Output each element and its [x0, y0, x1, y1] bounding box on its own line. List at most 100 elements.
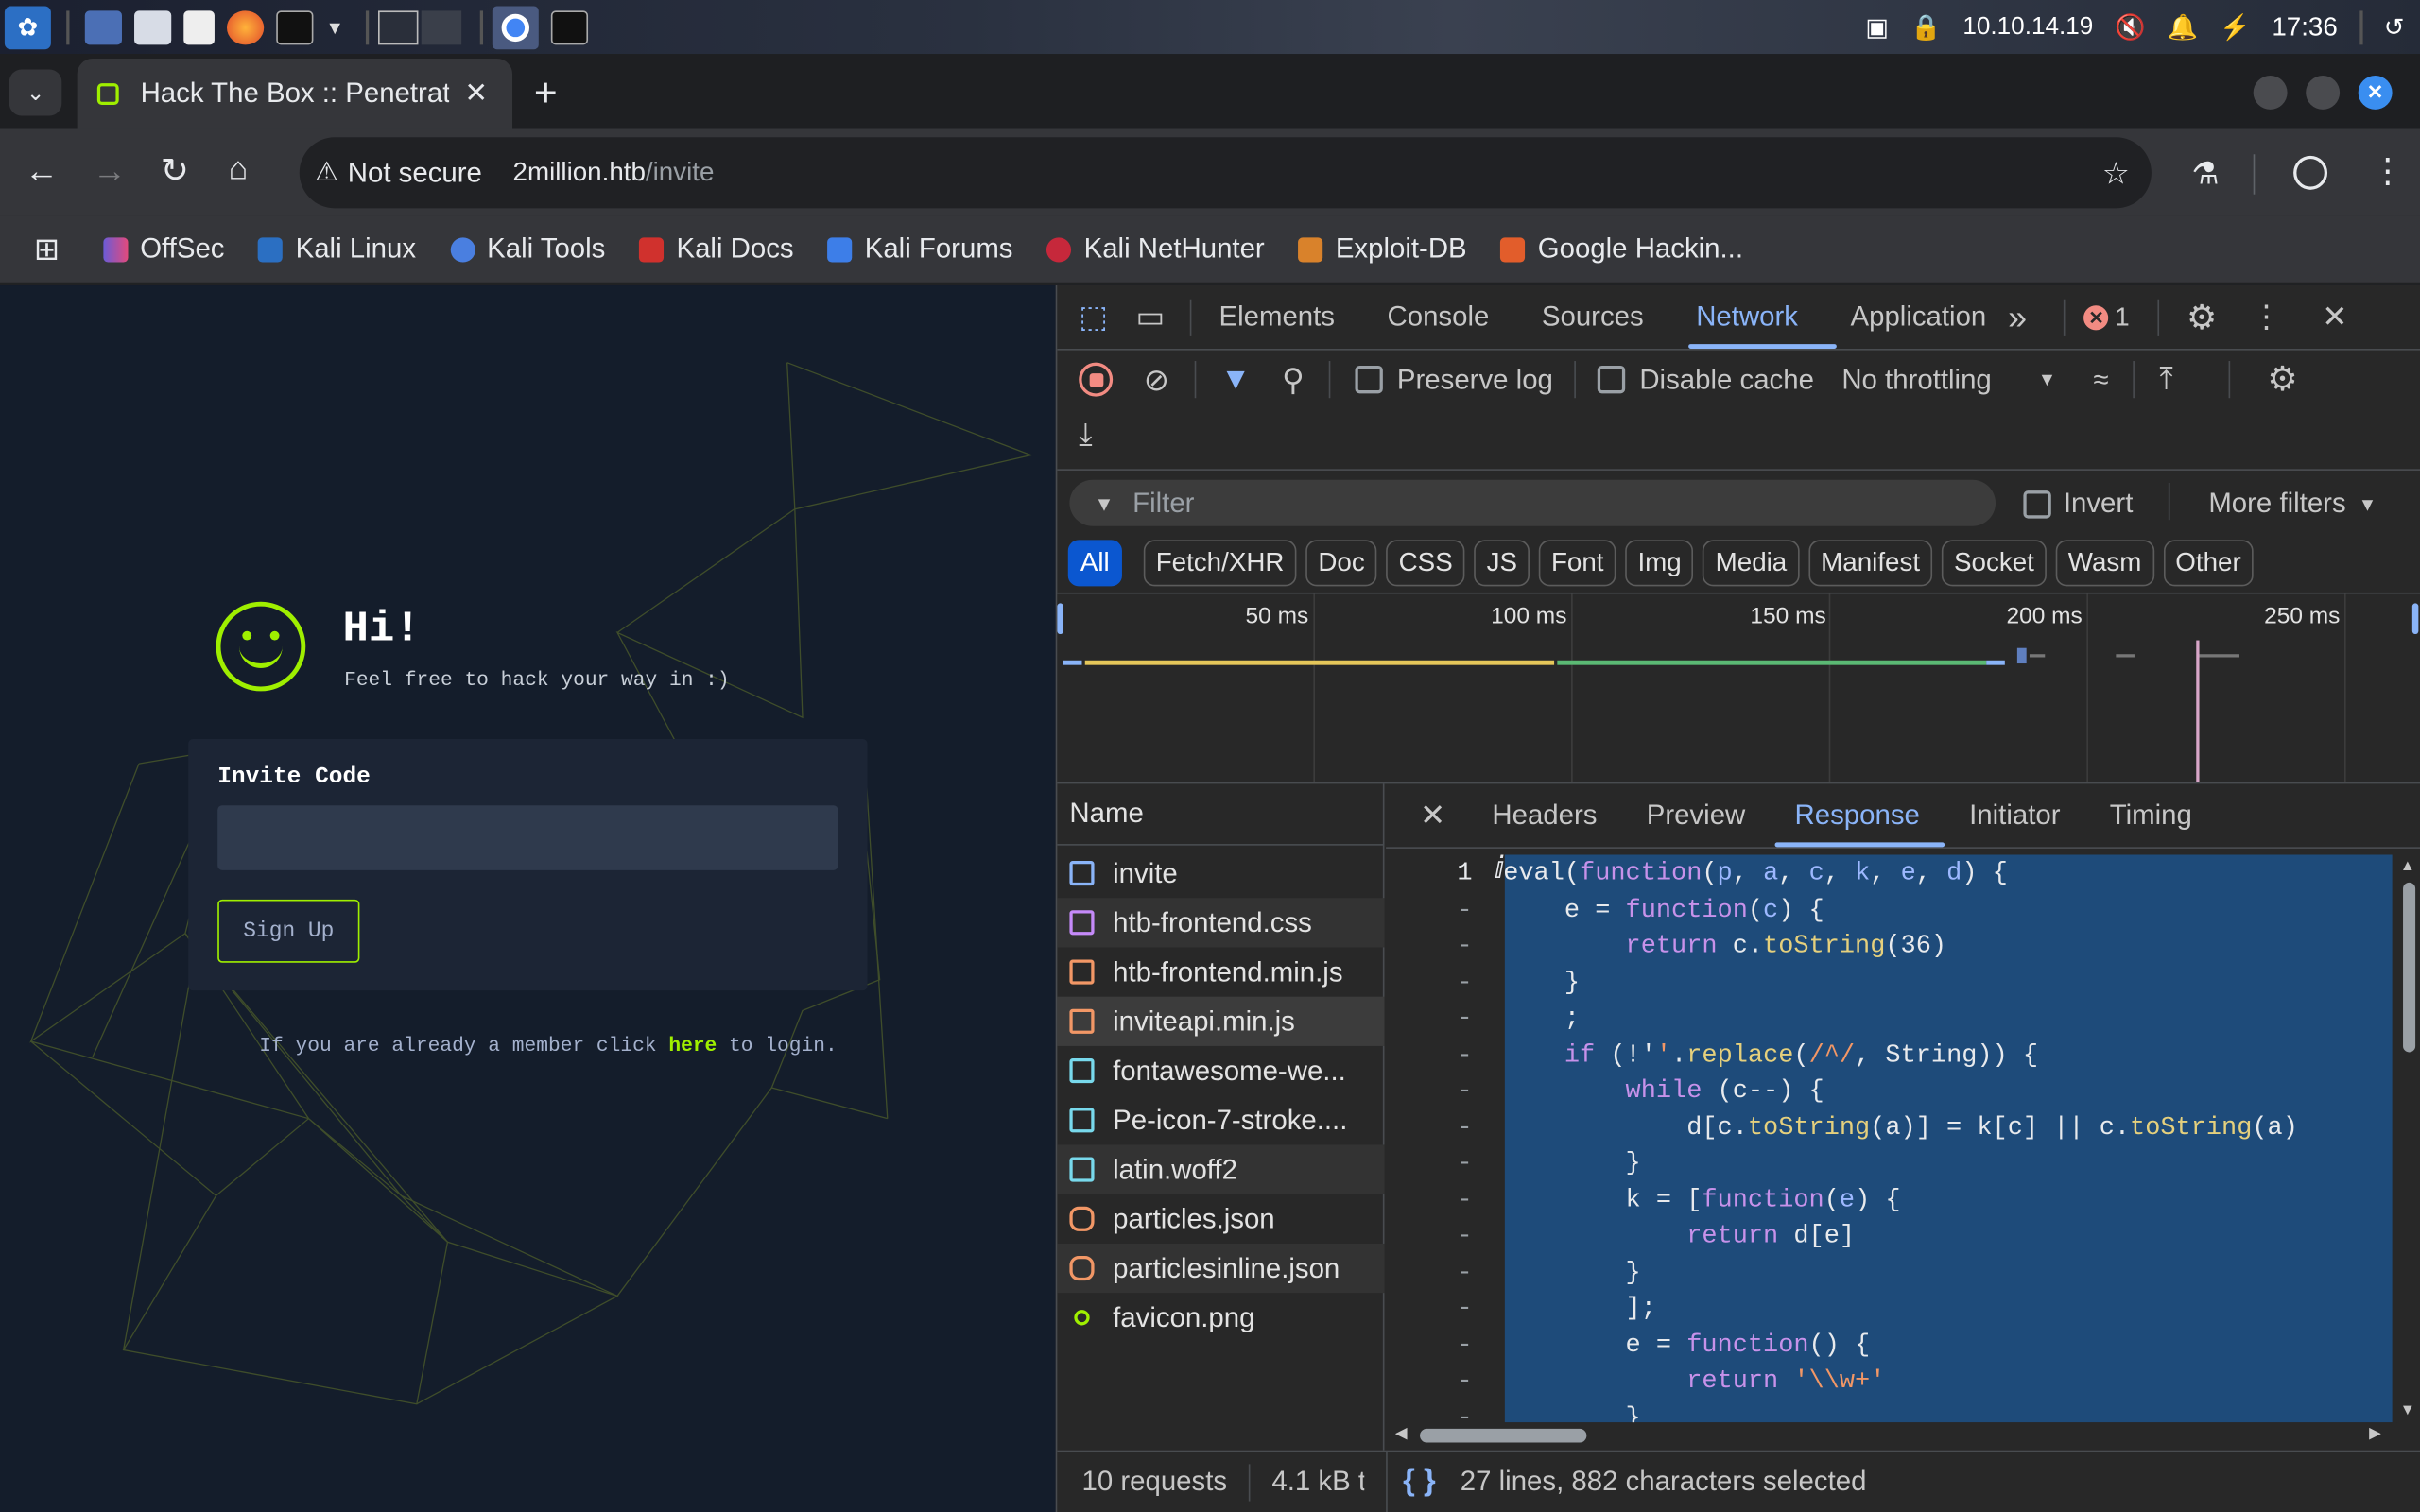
home-icon[interactable]: ⌂ — [229, 151, 249, 188]
disable-cache-checkbox[interactable] — [1598, 365, 1626, 394]
request-row-latin-woff2[interactable]: latin.woff2 — [1057, 1144, 1385, 1194]
new-tab-button[interactable]: + — [534, 69, 558, 117]
bookmark-kali-tools[interactable]: Kali Tools — [449, 233, 605, 266]
tab-application[interactable]: Application — [1851, 301, 1987, 333]
workspace-1[interactable] — [377, 9, 419, 44]
back-icon[interactable]: ← — [25, 151, 59, 191]
filter-socket[interactable]: Socket — [1941, 540, 2047, 587]
request-row-inviteapi-js[interactable]: inviteapi.min.js — [1057, 996, 1385, 1046]
display-icon[interactable]: ▣ — [1865, 11, 1889, 43]
filter-wasm[interactable]: Wasm — [2055, 540, 2154, 587]
scroll-right-icon[interactable]: ▶ — [2369, 1426, 2381, 1443]
request-row-favicon[interactable]: favicon.png — [1057, 1293, 1384, 1342]
error-count[interactable]: 1 — [2115, 301, 2129, 333]
filter-icon[interactable]: ▼ — [1220, 362, 1251, 398]
text-editor-icon[interactable] — [183, 9, 215, 44]
filter-media[interactable]: Media — [1703, 540, 1800, 587]
timeline-handle-right[interactable] — [2411, 603, 2419, 635]
detail-tab-preview[interactable]: Preview — [1647, 799, 1746, 832]
timeline-handle-left[interactable] — [1057, 603, 1063, 635]
tab-network[interactable]: Network — [1696, 301, 1798, 333]
logout-icon[interactable]: ↺ — [2384, 11, 2405, 43]
address-bar[interactable]: ⚠ Not secure 2million.htb/invite ☆ — [299, 137, 2152, 209]
request-row-fontawesome[interactable]: fontawesome-we... — [1057, 1046, 1384, 1095]
filter-doc[interactable]: Doc — [1305, 540, 1377, 587]
export-har-icon[interactable]: ⤓ — [1079, 418, 1092, 454]
filter-fetch-xhr[interactable]: Fetch/XHR — [1143, 540, 1297, 587]
device-toolbar-icon[interactable]: ▭ — [1135, 298, 1165, 336]
warning-icon[interactable]: ⚠ — [315, 158, 338, 189]
search-icon[interactable]: ⚲ — [1282, 360, 1305, 399]
request-row-pe-icon[interactable]: Pe-icon-7-stroke.... — [1057, 1095, 1384, 1144]
power-icon[interactable]: ⚡ — [2220, 11, 2251, 43]
wifi-conditions-icon[interactable]: ≈ — [2093, 363, 2108, 395]
reload-icon[interactable]: ↻ — [161, 151, 189, 191]
forward-icon[interactable]: → — [93, 151, 127, 191]
detail-tab-response[interactable]: Response — [1795, 799, 1920, 832]
file-manager-icon[interactable] — [134, 9, 172, 44]
profile-icon[interactable] — [2293, 155, 2328, 190]
invert-label[interactable]: Invert — [2064, 488, 2134, 520]
network-settings-icon[interactable]: ⚙ — [2267, 359, 2297, 399]
scroll-down-icon[interactable]: ▼ — [2400, 1402, 2415, 1419]
scroll-left-icon[interactable]: ◀ — [1395, 1426, 1408, 1443]
scroll-up-icon[interactable]: ▲ — [2400, 858, 2415, 875]
tab-console[interactable]: Console — [1388, 301, 1490, 333]
maximize-button[interactable] — [2306, 76, 2341, 110]
filter-manifest[interactable]: Manifest — [1808, 540, 1933, 587]
bookmark-kali-docs[interactable]: Kali Docs — [639, 233, 794, 266]
bell-icon[interactable]: 🔔 — [2168, 11, 2199, 43]
invite-code-input[interactable] — [217, 805, 838, 870]
devtools-settings-icon[interactable]: ⚙ — [2187, 297, 2217, 336]
login-link[interactable]: here — [668, 1034, 717, 1057]
terminal-taskbar-icon[interactable] — [550, 9, 588, 44]
error-icon[interactable]: ✕ — [2083, 304, 2109, 330]
name-column-header[interactable]: Name — [1057, 783, 1385, 846]
response-code-viewer[interactable]: ⅈ 1 eval(function(p, a, c, k, e, d) { - e… — [1386, 854, 2396, 1423]
filter-all[interactable]: All — [1067, 540, 1122, 587]
filter-img[interactable]: Img — [1625, 540, 1694, 587]
horizontal-scrollbar-thumb[interactable] — [1420, 1428, 1587, 1443]
pretty-print-icon[interactable]: { } — [1403, 1464, 1435, 1500]
request-row-invite[interactable]: invite — [1057, 849, 1384, 898]
filter-font[interactable]: Font — [1538, 540, 1616, 587]
inspect-element-icon[interactable]: ⬚ — [1079, 298, 1108, 336]
filter-other[interactable]: Other — [2163, 540, 2254, 587]
sign-up-button[interactable]: Sign Up — [217, 899, 360, 963]
tab-sources[interactable]: Sources — [1542, 301, 1644, 333]
filter-input[interactable]: ▼ Filter — [1069, 479, 1996, 526]
horizontal-scrollbar[interactable]: ◀ ▶ — [1386, 1422, 2397, 1451]
detail-tab-timing[interactable]: Timing — [2110, 799, 2192, 832]
network-overview-timeline[interactable]: 50 ms 100 ms 150 ms 200 ms 250 ms — [1057, 593, 2420, 782]
bookmark-google-hacking[interactable]: Google Hackin... — [1500, 233, 1743, 266]
bookmark-kali-forums[interactable]: Kali Forums — [827, 233, 1013, 266]
chrome-taskbar-icon[interactable] — [492, 5, 539, 49]
firefox-icon[interactable] — [227, 9, 265, 44]
apps-grid-icon[interactable]: ⊞ — [34, 230, 60, 268]
devtools-close-icon[interactable]: ✕ — [2322, 298, 2347, 336]
desktop-icon[interactable] — [84, 9, 122, 44]
tab-close-icon[interactable]: ✕ — [464, 77, 488, 110]
window-close-button[interactable]: ✕ — [2358, 76, 2393, 110]
workspace-2[interactable] — [421, 9, 461, 44]
throttling-select[interactable]: No throttling ▼ — [1841, 363, 2056, 395]
filter-js[interactable]: JS — [1474, 540, 1530, 587]
vpn-lock-icon[interactable]: 🔒 — [1910, 11, 1942, 43]
browser-tab[interactable]: Hack The Box :: Penetrati ✕ — [77, 59, 513, 129]
labs-flask-icon[interactable]: ⚗ — [2191, 154, 2219, 193]
preserve-log-checkbox[interactable] — [1355, 365, 1384, 394]
detail-tab-initiator[interactable]: Initiator — [1969, 799, 2060, 832]
devtools-menu-icon[interactable]: ⋮ — [2251, 298, 2282, 336]
bookmark-kali-nethunter[interactable]: Kali NetHunter — [1046, 233, 1265, 266]
record-stop-icon[interactable] — [1079, 362, 1114, 397]
preserve-log-label[interactable]: Preserve log — [1397, 363, 1553, 395]
bookmark-kali-linux[interactable]: Kali Linux — [258, 233, 416, 266]
clear-icon[interactable]: ⊘ — [1144, 360, 1169, 399]
more-tabs-icon[interactable]: » — [2008, 297, 2027, 336]
request-row-htb-frontend-js[interactable]: htb-frontend.min.js — [1057, 947, 1384, 996]
vertical-scrollbar-thumb[interactable] — [2403, 882, 2416, 1053]
kali-menu-icon[interactable]: ✿ — [4, 5, 51, 49]
tab-search-button[interactable]: ⌄ — [9, 69, 62, 116]
request-row-htb-frontend-css[interactable]: htb-frontend.css — [1057, 898, 1385, 948]
bookmark-star-icon[interactable]: ☆ — [2102, 153, 2130, 192]
